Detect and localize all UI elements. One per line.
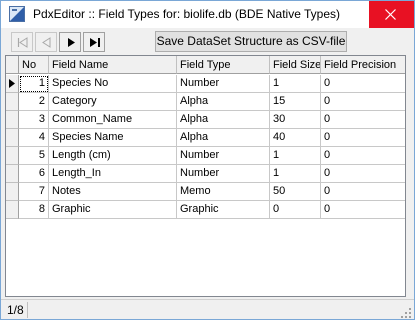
column-header-field-size[interactable]: Field Size	[270, 56, 321, 74]
column-header-field-precision[interactable]: Field Precision	[321, 56, 405, 74]
last-record-icon	[90, 38, 100, 47]
cell-field-precision[interactable]: 0	[321, 111, 405, 129]
client-area: Save DataSet Structure as CSV-file No Fi…	[1, 28, 414, 319]
row-indicator[interactable]	[6, 111, 19, 129]
cell-field-precision[interactable]: 0	[321, 129, 405, 147]
cell-field-name[interactable]: Notes	[49, 183, 177, 201]
cell-field-type[interactable]: Alpha	[177, 129, 270, 147]
first-record-icon	[17, 37, 28, 48]
cell-field-name[interactable]: Graphic	[49, 201, 177, 219]
cell-field-type[interactable]: Number	[177, 147, 270, 165]
first-record-button[interactable]	[11, 32, 33, 52]
row-indicator[interactable]	[6, 165, 19, 183]
next-record-icon	[68, 38, 75, 47]
grid-corner	[6, 56, 19, 74]
close-button[interactable]	[369, 1, 414, 28]
cell-field-name[interactable]: Common_Name	[49, 111, 177, 129]
prior-record-icon	[42, 37, 51, 48]
current-row-arrow-icon	[9, 79, 15, 88]
cell-field-size[interactable]: 1	[270, 147, 321, 165]
cell-field-type[interactable]: Number	[177, 75, 270, 93]
cell-field-precision[interactable]: 0	[321, 201, 405, 219]
cell-field-type[interactable]: Alpha	[177, 93, 270, 111]
cell-field-size[interactable]: 1	[270, 75, 321, 93]
record-position: 1/8	[7, 303, 24, 317]
cell-field-name[interactable]: Species No	[49, 75, 177, 93]
pdxeditor-app-icon[interactable]	[9, 6, 25, 22]
window-title: PdxEditor :: Field Types for: biolife.db…	[33, 7, 341, 21]
cell-no[interactable]: 5	[19, 147, 49, 165]
cell-field-size[interactable]: 40	[270, 129, 321, 147]
status-divider	[27, 302, 28, 318]
cell-field-precision[interactable]: 0	[321, 93, 405, 111]
dataset-navigator: Save DataSet Structure as CSV-file	[1, 28, 414, 54]
cell-no[interactable]: 6	[19, 165, 49, 183]
column-header-field-type[interactable]: Field Type	[177, 56, 270, 74]
cell-no[interactable]: 3	[19, 111, 49, 129]
cell-field-size[interactable]: 50	[270, 183, 321, 201]
cell-field-type[interactable]: Number	[177, 165, 270, 183]
last-record-button[interactable]	[83, 32, 105, 52]
cell-field-size[interactable]: 30	[270, 111, 321, 129]
row-indicator[interactable]	[6, 93, 19, 111]
cell-field-size[interactable]: 0	[270, 201, 321, 219]
title-bar[interactable]: PdxEditor :: Field Types for: biolife.db…	[1, 1, 414, 28]
cell-field-precision[interactable]: 0	[321, 147, 405, 165]
status-bar: 1/8	[1, 299, 414, 319]
save-structure-csv-button[interactable]: Save DataSet Structure as CSV-file	[155, 31, 347, 52]
cell-field-size[interactable]: 1	[270, 165, 321, 183]
close-icon	[385, 9, 396, 20]
cell-field-precision[interactable]: 0	[321, 165, 405, 183]
cell-field-name[interactable]: Category	[49, 93, 177, 111]
next-record-button[interactable]	[59, 32, 81, 52]
cell-field-type[interactable]: Graphic	[177, 201, 270, 219]
cell-no[interactable]: 8	[19, 201, 49, 219]
cell-field-type[interactable]: Alpha	[177, 111, 270, 129]
cell-field-name[interactable]: Length_In	[49, 165, 177, 183]
cell-field-type[interactable]: Memo	[177, 183, 270, 201]
cell-field-precision[interactable]: 0	[321, 75, 405, 93]
column-header-field-name[interactable]: Field Name	[49, 56, 177, 74]
prior-record-button[interactable]	[35, 32, 57, 52]
app-window: PdxEditor :: Field Types for: biolife.db…	[0, 0, 415, 320]
cell-field-name[interactable]: Length (cm)	[49, 147, 177, 165]
column-header-no[interactable]: No	[19, 56, 49, 74]
cell-no[interactable]: 4	[19, 129, 49, 147]
row-indicator[interactable]	[6, 201, 19, 219]
resize-grip-icon[interactable]	[401, 308, 411, 318]
cell-no[interactable]: 7	[19, 183, 49, 201]
row-indicator[interactable]	[6, 75, 19, 93]
cell-field-precision[interactable]: 0	[321, 183, 405, 201]
cell-field-size[interactable]: 15	[270, 93, 321, 111]
cell-field-name[interactable]: Species Name	[49, 129, 177, 147]
cell-no[interactable]: 1	[19, 75, 49, 93]
row-indicator[interactable]	[6, 129, 19, 147]
row-indicator[interactable]	[6, 147, 19, 165]
field-types-grid[interactable]: No Field Name Field Type Field Size Fiel…	[5, 55, 406, 297]
row-indicator[interactable]	[6, 183, 19, 201]
cell-no[interactable]: 2	[19, 93, 49, 111]
